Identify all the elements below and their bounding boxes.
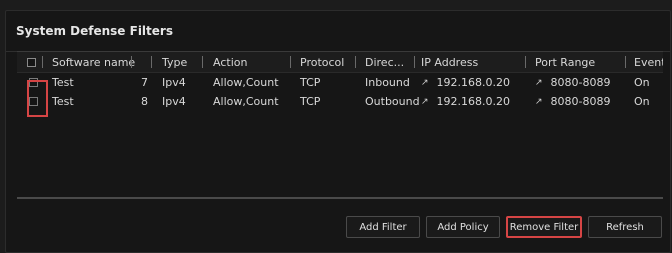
header-separator — [290, 56, 291, 68]
port-value: 8080-8089 — [550, 95, 611, 108]
header-separator — [151, 56, 152, 68]
row-checkbox[interactable] — [29, 78, 38, 87]
row-checkbox[interactable] — [29, 97, 38, 106]
panel-title: System Defense Filters — [16, 24, 173, 38]
cell-direction: Outbound — [365, 95, 420, 108]
link-edit-icon: ↗ — [421, 96, 429, 107]
header-separator — [355, 56, 356, 68]
header-software-name[interactable]: Software name — [52, 52, 135, 72]
header-event[interactable]: Event — [634, 52, 663, 72]
cell-software-name: Test — [52, 95, 74, 108]
cell-action: Allow,Count — [213, 76, 279, 89]
header-separator — [625, 56, 626, 68]
select-all-checkbox[interactable] — [27, 57, 36, 67]
header-action[interactable]: Action — [213, 52, 247, 72]
link-edit-icon: ↗ — [535, 96, 543, 107]
row-checkbox-cell[interactable] — [29, 92, 38, 111]
cell-port-range: ↗ 8080-8089 — [535, 73, 611, 92]
header-separator — [525, 56, 526, 68]
cell-type: Ipv4 — [162, 95, 186, 108]
add-policy-button[interactable]: Add Policy — [426, 216, 500, 238]
header-separator — [42, 56, 43, 68]
cell-ip-address: ↗ 192.168.0.20 — [421, 73, 510, 92]
header-protocol[interactable]: Protocol — [300, 52, 344, 72]
cell-event: On — [634, 76, 650, 89]
cell-direction: Inbound — [365, 76, 410, 89]
cell-id: 8 — [141, 95, 148, 108]
header-port-range[interactable]: Port Range — [535, 52, 595, 72]
cell-port-range: ↗ 8080-8089 — [535, 92, 611, 111]
ip-value: 192.168.0.20 — [436, 76, 511, 89]
table-row[interactable]: Test 8 Ipv4 Allow,Count TCP Outbound ↗ 1… — [17, 92, 663, 111]
header-ip-address[interactable]: IP Address — [421, 52, 478, 72]
cell-protocol: TCP — [300, 76, 321, 89]
cell-action: Allow,Count — [213, 95, 279, 108]
row-checkbox-cell[interactable] — [29, 73, 38, 92]
cell-type: Ipv4 — [162, 76, 186, 89]
header-separator — [414, 56, 415, 68]
link-edit-icon: ↗ — [535, 77, 543, 88]
remove-filter-button[interactable]: Remove Filter — [506, 216, 582, 238]
add-filter-button[interactable]: Add Filter — [346, 216, 420, 238]
cell-id: 7 — [141, 76, 148, 89]
filters-table: Software name Type Action Protocol Direc… — [17, 51, 663, 199]
select-all-checkbox-cell[interactable] — [27, 52, 36, 72]
table-header: Software name Type Action Protocol Direc… — [17, 52, 663, 73]
header-separator — [202, 56, 203, 68]
cell-ip-address: ↗ 192.168.0.20 — [421, 92, 510, 111]
cell-software-name: Test — [52, 76, 74, 89]
table-row[interactable]: Test 7 Ipv4 Allow,Count TCP Inbound ↗ 19… — [17, 73, 663, 92]
refresh-button[interactable]: Refresh — [588, 216, 662, 238]
ip-value: 192.168.0.20 — [436, 95, 511, 108]
header-separator — [131, 56, 132, 68]
header-type[interactable]: Type — [162, 52, 187, 72]
link-edit-icon: ↗ — [421, 77, 429, 88]
cell-event: On — [634, 95, 650, 108]
port-value: 8080-8089 — [550, 76, 611, 89]
cell-protocol: TCP — [300, 95, 321, 108]
header-direction[interactable]: Direc... — [365, 52, 404, 72]
